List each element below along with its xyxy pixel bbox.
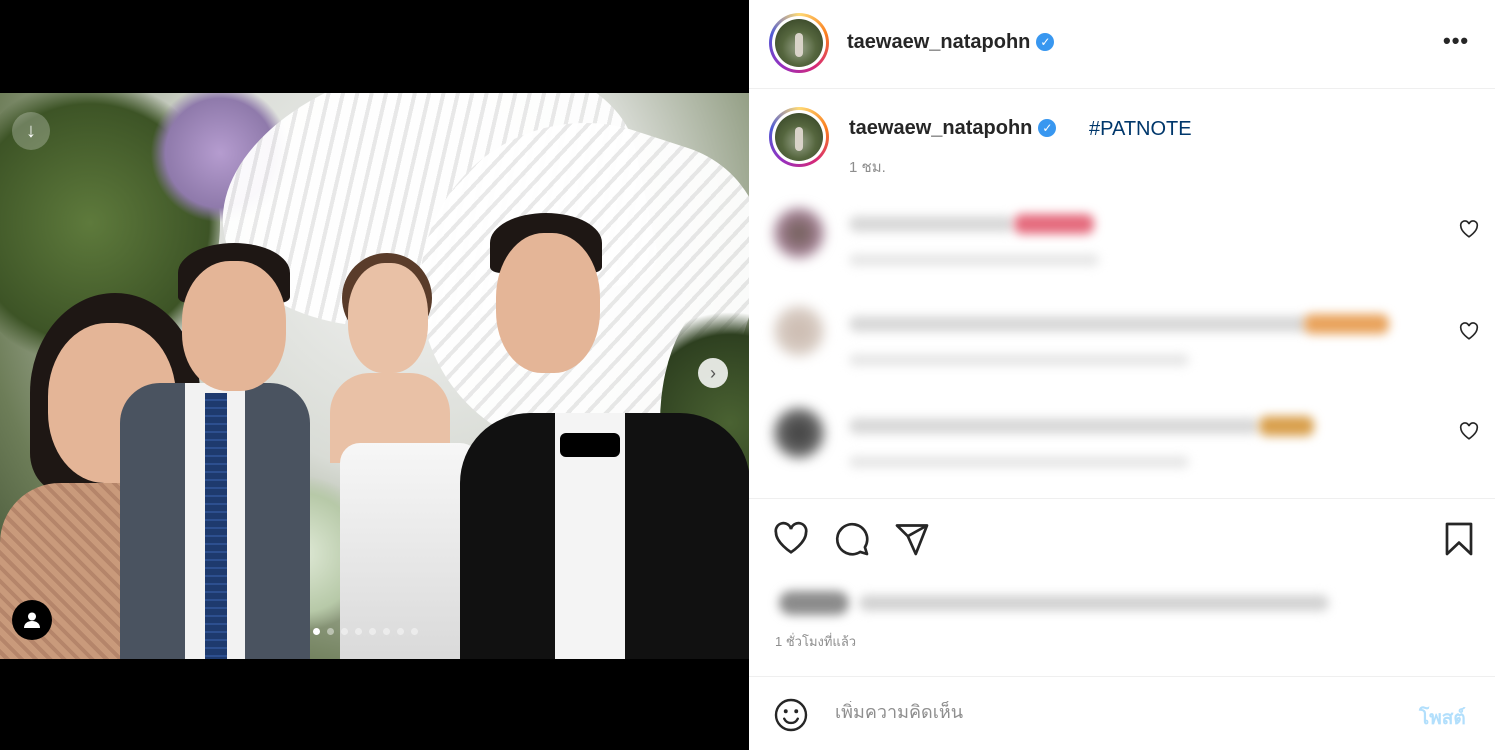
author-avatar[interactable] [769,13,829,73]
comment-avatar[interactable] [774,306,824,356]
comment-item [749,400,1495,490]
media-viewer: ↓ › [0,0,749,750]
comment-item [749,198,1495,288]
carousel-dot[interactable] [397,628,404,635]
verified-badge-icon: ✓ [1038,119,1057,137]
comment-avatar[interactable] [774,208,824,258]
user-tag-icon[interactable] [12,600,52,640]
heart-icon[interactable] [1459,422,1479,445]
author-username-text[interactable]: taewaew_natapohn [847,31,1030,53]
person-2 [120,243,310,659]
comment-emoji [1259,416,1314,436]
carousel-dot[interactable] [341,628,348,635]
comment-meta [849,456,1189,468]
post-photo[interactable] [0,93,749,659]
share-icon[interactable] [894,521,930,562]
author-username[interactable]: taewaew_natapohn ✓ [847,31,1055,54]
post-comment-button[interactable]: โพสต์ [1419,703,1466,733]
carousel-dot[interactable] [369,628,376,635]
post-header: taewaew_natapohn ✓ ••• [749,0,1495,89]
comment-avatar[interactable] [774,408,824,458]
caption-hashtag[interactable]: #PATNOTE [1089,118,1192,141]
likes-summary[interactable] [779,583,1379,617]
comment-text [849,316,1309,332]
comment-icon[interactable] [834,521,870,562]
carousel-dot[interactable] [411,628,418,635]
liker-avatars [779,591,849,615]
caption-avatar[interactable] [769,107,829,167]
carousel-dot[interactable] [327,628,334,635]
download-icon[interactable]: ↓ [12,112,50,150]
heart-icon[interactable] [773,521,809,560]
bookmark-icon[interactable] [1443,521,1475,562]
verified-badge-icon: ✓ [1036,33,1055,51]
comment-emoji [1304,314,1389,334]
comment-text [849,216,1014,232]
chevron-right-icon[interactable]: › [698,358,728,388]
comment-input[interactable] [833,701,1397,724]
carousel-dot[interactable] [313,628,320,635]
comment-emoji [1014,214,1094,234]
add-comment-bar: โพสต์ [749,676,1495,751]
person-4 [460,213,749,659]
carousel-dot[interactable] [355,628,362,635]
comment-item [749,298,1495,388]
caption-username[interactable]: taewaew_natapohn ✓ [849,117,1057,140]
carousel-indicators [313,628,418,635]
emoji-icon[interactable] [773,697,809,738]
action-bar [749,498,1495,583]
heart-icon[interactable] [1459,220,1479,243]
comment-text [849,418,1259,434]
caption-username-text[interactable]: taewaew_natapohn [849,117,1032,139]
caption-time: 1 ชม. [849,159,886,176]
post-panel: taewaew_natapohn ✓ ••• taewaew_natapohn ✓ … [749,0,1495,750]
likes-text [859,595,1329,611]
more-options-icon[interactable]: ••• [1443,28,1469,54]
post-time: 1 ชั่วโมงที่แล้ว [775,634,857,649]
heart-icon[interactable] [1459,322,1479,345]
comment-meta [849,354,1189,366]
carousel-dot[interactable] [383,628,390,635]
comment-meta [849,254,1099,266]
